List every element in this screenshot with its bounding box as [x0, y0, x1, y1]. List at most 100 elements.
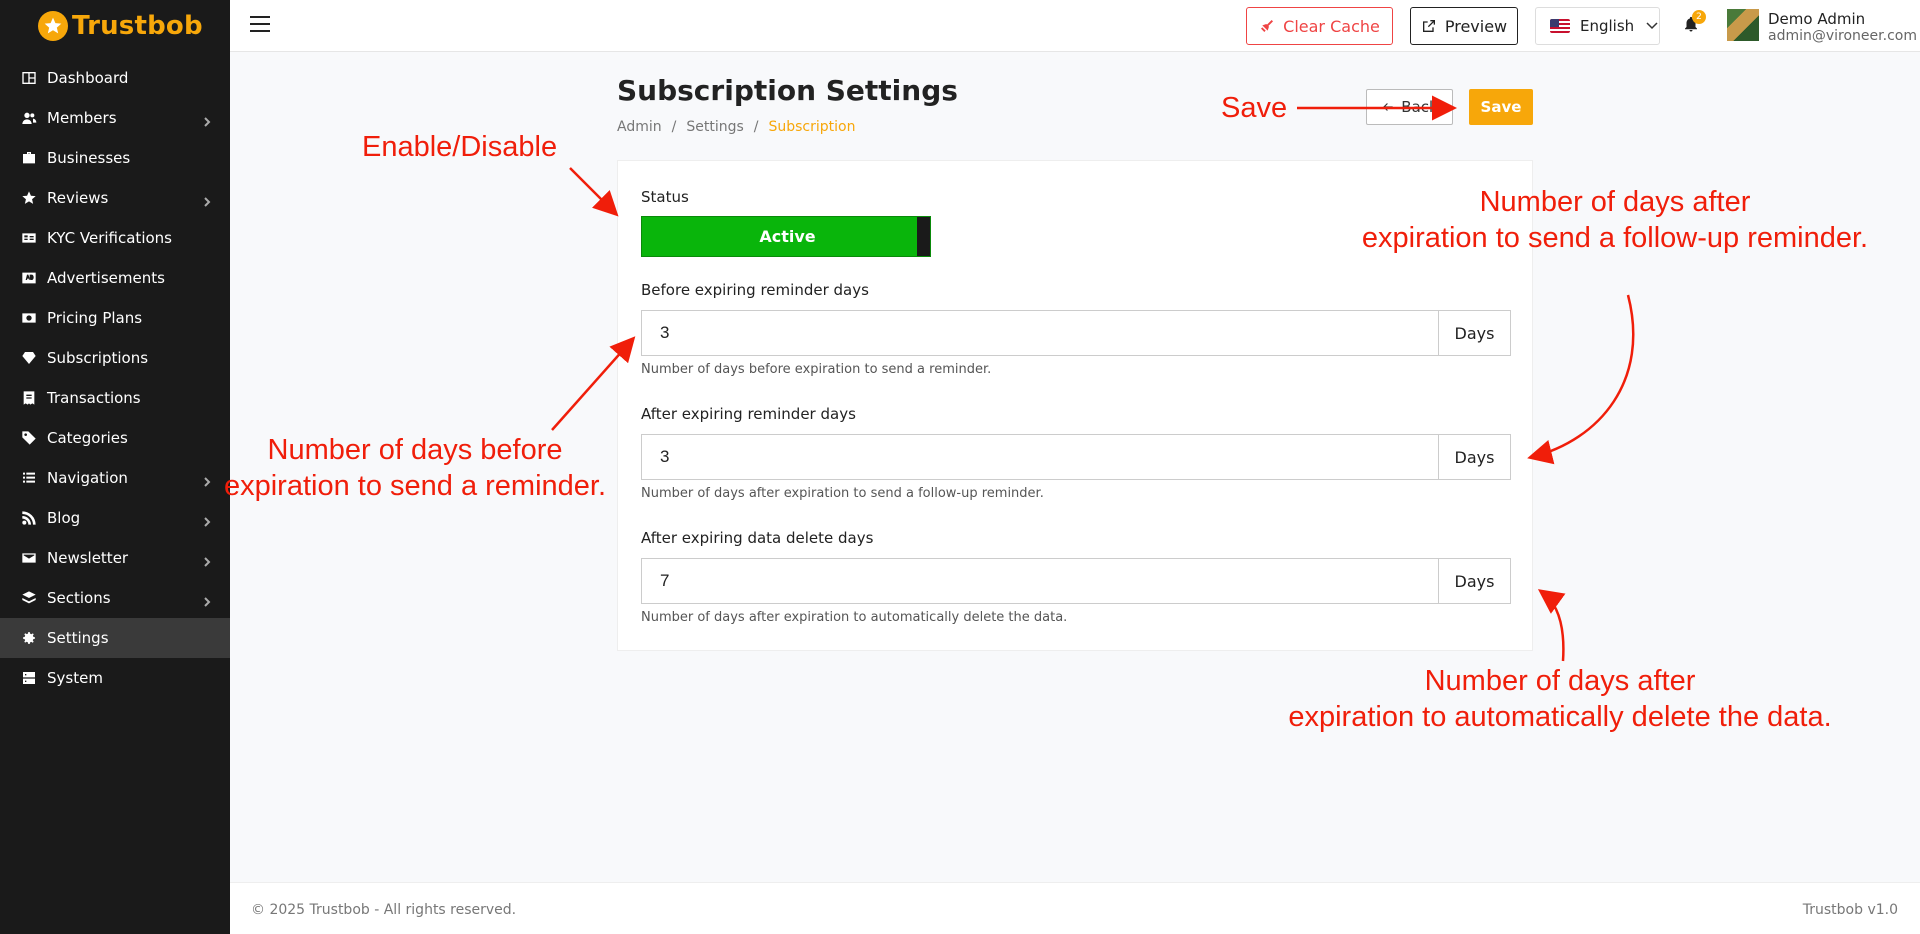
menu-toggle-icon[interactable]: [250, 16, 270, 34]
before-reminder-input[interactable]: [642, 311, 1438, 355]
breadcrumb-admin[interactable]: Admin: [617, 119, 662, 135]
data-delete-help: Number of days after expiration to autom…: [641, 610, 1068, 625]
clear-cache-label: Clear Cache: [1283, 16, 1380, 36]
receipt-icon: [20, 390, 37, 407]
annotation-after: Number of days after expiration to send …: [1361, 186, 1869, 254]
star-icon: [20, 190, 37, 207]
preview-label: Preview: [1444, 16, 1508, 36]
server-icon: [20, 670, 37, 687]
sidebar-item-system[interactable]: System: [0, 658, 230, 698]
status-toggle[interactable]: Active: [641, 216, 931, 257]
sidebar-item-label: Members: [47, 109, 117, 127]
sidebar-item-label: Settings: [47, 629, 109, 647]
sidebar-item-members[interactable]: Members: [0, 98, 230, 138]
envelope-icon: [20, 550, 37, 567]
annotation-before: Number of days before expiration to send…: [223, 434, 607, 502]
sidebar-nav: Dashboard Members Businesses Reviews KYC Ver…: [0, 58, 230, 698]
us-flag-icon: [1550, 19, 1570, 33]
ad-icon: [20, 270, 37, 287]
brand-name: Trustbob: [72, 11, 203, 41]
sidebar-item-dashboard[interactable]: Dashboard: [0, 58, 230, 98]
topbar: Clear Cache Preview English 2 Demo Admin…: [230, 0, 1920, 52]
chevron-down-icon: [1646, 22, 1658, 30]
sidebar-item-sections[interactable]: Sections: [0, 578, 230, 618]
sidebar-item-label: Navigation: [47, 469, 128, 487]
sidebar-item-label: Subscriptions: [47, 349, 149, 367]
status-label: Status: [641, 188, 689, 206]
sidebar-item-subscriptions[interactable]: Subscriptions: [0, 338, 230, 378]
back-button[interactable]: Back: [1366, 89, 1453, 125]
annotation-save: Save: [1221, 92, 1288, 124]
arrow-delete: [1537, 589, 1566, 662]
chevron-right-icon: [202, 553, 212, 567]
sidebar-item-kyc-verifications[interactable]: KYC Verifications: [0, 218, 230, 258]
data-delete-label: After expiring data delete days: [641, 529, 874, 547]
layers-icon: [20, 590, 37, 607]
sidebar-item-label: KYC Verifications: [47, 229, 172, 247]
sidebar-item-label: Advertisements: [47, 269, 165, 287]
sidebar-item-advertisements[interactable]: Advertisements: [0, 258, 230, 298]
status-toggle-label: Active: [759, 227, 816, 246]
sidebar-item-pricing-plans[interactable]: Pricing Plans: [0, 298, 230, 338]
after-reminder-input[interactable]: [642, 435, 1438, 479]
id-card-icon: [20, 230, 37, 247]
money-icon: [20, 310, 37, 327]
notification-badge: 2: [1692, 10, 1706, 24]
breadcrumb-settings[interactable]: Settings: [686, 119, 743, 135]
before-reminder-label: Before expiring reminder days: [641, 281, 869, 299]
after-reminder-help: Number of days after expiration to send …: [641, 486, 1044, 501]
avatar[interactable]: [1727, 9, 1759, 41]
broom-icon: [1261, 20, 1274, 32]
sidebar-item-navigation[interactable]: Navigation: [0, 458, 230, 498]
version-text: Trustbob v1.0: [1802, 902, 1898, 918]
clear-cache-button[interactable]: Clear Cache: [1246, 7, 1393, 45]
sidebar-item-settings[interactable]: Settings: [0, 618, 230, 658]
list-icon: [20, 470, 37, 487]
arrow-after: [1527, 294, 1635, 465]
sidebar-item-businesses[interactable]: Businesses: [0, 138, 230, 178]
sidebar-item-categories[interactable]: Categories: [0, 418, 230, 458]
briefcase-icon: [20, 150, 37, 167]
footer: © 2025 Trustbob - All rights reserved. T…: [230, 882, 1920, 934]
arrow-enable: [569, 167, 619, 217]
rss-icon: [20, 510, 37, 527]
toggle-knob[interactable]: [917, 217, 930, 256]
sidebar-item-blog[interactable]: Blog: [0, 498, 230, 538]
chevron-right-icon: [202, 513, 212, 527]
preview-button[interactable]: Preview: [1410, 7, 1518, 45]
sidebar-item-label: Dashboard: [47, 69, 129, 87]
copyright-text: © 2025 Trustbob - All rights reserved.: [251, 902, 517, 918]
chevron-right-icon: [202, 113, 212, 127]
before-reminder-group: Days: [641, 310, 1511, 356]
chevron-right-icon: [202, 593, 212, 607]
sidebar-item-newsletter[interactable]: Newsletter: [0, 538, 230, 578]
data-delete-input[interactable]: [642, 559, 1438, 603]
sidebar-item-label: Newsletter: [47, 549, 129, 567]
arrow-left-icon: [1383, 103, 1393, 111]
sidebar-item-label: Sections: [47, 589, 111, 607]
sidebar-item-label: Blog: [47, 509, 81, 527]
back-label: Back: [1401, 98, 1438, 116]
before-reminder-help: Number of days before expiration to send…: [641, 362, 992, 377]
sidebar-item-label: Categories: [47, 429, 128, 447]
star-logo-icon: [38, 11, 68, 41]
before-reminder-suffix: Days: [1438, 311, 1510, 355]
page-title: Subscription Settings: [617, 74, 958, 107]
tags-icon: [20, 430, 37, 447]
brand[interactable]: Trustbob: [0, 0, 230, 52]
sidebar-item-label: Transactions: [47, 389, 141, 407]
breadcrumb-separator: /: [671, 119, 677, 135]
sidebar-item-transactions[interactable]: Transactions: [0, 378, 230, 418]
sidebar: Trustbob Dashboard Members Businesses Revie…: [0, 0, 230, 934]
after-reminder-suffix: Days: [1438, 435, 1510, 479]
gem-icon: [20, 350, 37, 367]
user-email: admin@vironeer.com: [1768, 28, 1917, 44]
breadcrumb-current: Subscription: [768, 119, 856, 135]
after-reminder-label: After expiring reminder days: [641, 405, 856, 423]
language-label: English: [1580, 17, 1635, 35]
save-button[interactable]: Save: [1469, 89, 1533, 125]
sidebar-item-reviews[interactable]: Reviews: [0, 178, 230, 218]
annotation-delete: Number of days after expiration to autom…: [1288, 665, 1832, 733]
language-select[interactable]: English: [1535, 7, 1660, 45]
user-name[interactable]: Demo Admin: [1768, 10, 1865, 28]
